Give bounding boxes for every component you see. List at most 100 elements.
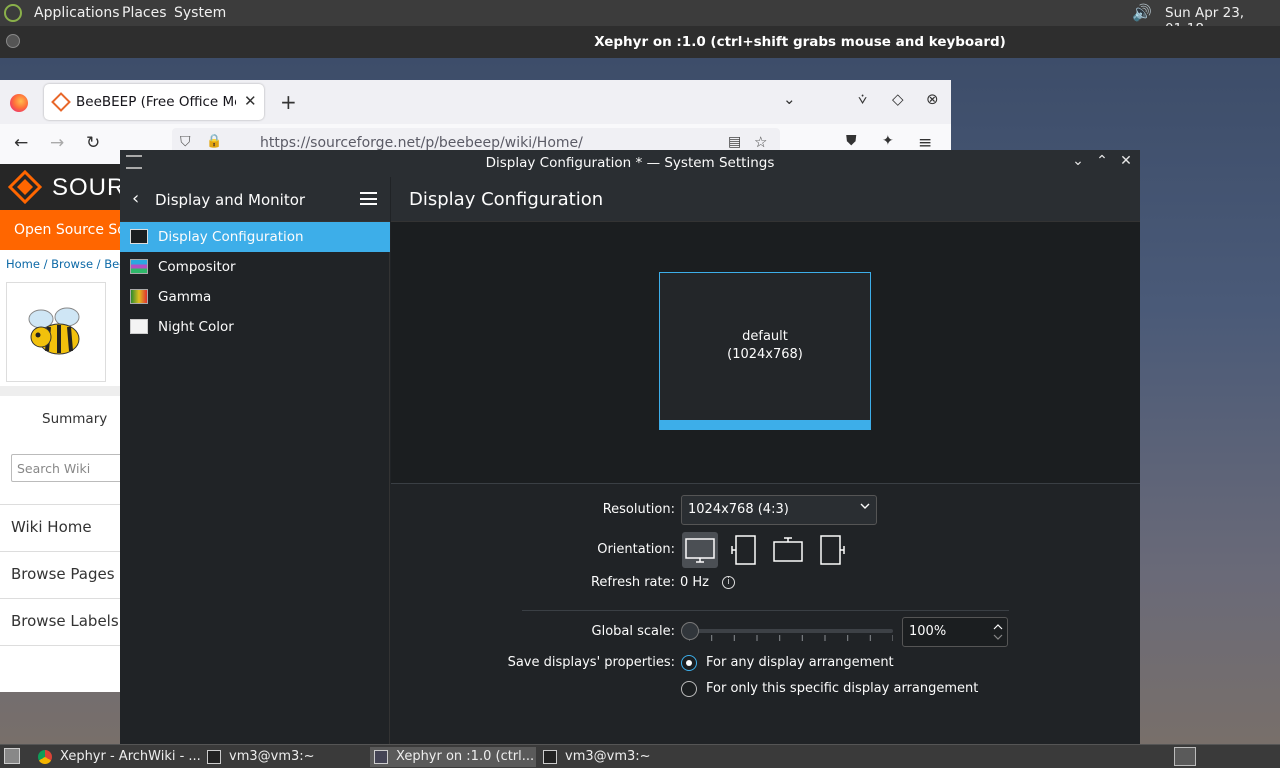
top-panel: Applications Places System 🔊 Sun Apr 23,… <box>0 0 1280 37</box>
hamburger-menu-icon[interactable] <box>360 192 377 205</box>
extension-icon[interactable]: ⩒ <box>858 90 867 108</box>
sourceforge-favicon-icon <box>51 92 71 112</box>
portrait-right-icon <box>820 535 845 565</box>
radio-specific-arrangement[interactable] <box>681 681 697 697</box>
close-window-icon[interactable]: ⊗ <box>926 90 939 108</box>
lock-icon[interactable]: 🔒 <box>206 134 222 149</box>
save-properties-label: Save displays' properties: <box>507 655 675 670</box>
taskbar-item-label: vm3@vm3:~ <box>565 749 651 764</box>
pocket-icon[interactable]: ⛊ <box>846 133 857 149</box>
browse-pages-label[interactable]: Browse Pages <box>11 565 115 583</box>
sidebar-item-night-color[interactable]: Night Color <box>120 312 390 342</box>
orientation-label: Orientation: <box>597 542 675 557</box>
taskbar: Xephyr - ArchWiki - ... vm3@vm3:~ Xephyr… <box>0 744 1280 768</box>
extensions-icon[interactable]: ✦ <box>882 133 894 149</box>
orientation-normal-button[interactable] <box>682 532 718 568</box>
tab-bar: BeeBEEP (Free Office Mess ✕ + ⌄ ⩒ ◇ ⊗ <box>0 80 951 124</box>
maximize-icon[interactable]: ⌃ <box>1093 153 1111 169</box>
xephyr-titlebar: Xephyr on :1.0 (ctrl+shift grabs mouse a… <box>0 26 1280 58</box>
wiki-home-label[interactable]: Wiki Home <box>11 518 92 536</box>
orientation-inverted-button[interactable] <box>770 532 806 568</box>
separator <box>522 610 1009 611</box>
spin-arrows-icon[interactable] <box>993 622 1003 642</box>
close-tab-icon[interactable]: ✕ <box>244 92 257 110</box>
orientation-left-button[interactable] <box>726 532 762 568</box>
extension-icon[interactable]: ◇ <box>892 90 904 108</box>
list-tabs-icon[interactable]: ⌄ <box>783 90 796 108</box>
new-tab-icon[interactable]: + <box>280 90 297 114</box>
settings-window-title: Display Configuration * — System Setting… <box>485 155 775 171</box>
main-header: Display Configuration <box>391 177 1140 222</box>
back-icon[interactable]: ← <box>14 133 28 153</box>
tab-title: BeeBEEP (Free Office Mess <box>76 94 236 110</box>
sidebar-title: Display and Monitor <box>155 191 306 209</box>
reload-icon[interactable]: ↻ <box>86 133 100 153</box>
system-settings-window: Display Configuration * — System Setting… <box>120 150 1140 744</box>
show-desktop-icon[interactable] <box>4 748 20 764</box>
firefox-icon[interactable] <box>10 94 28 112</box>
night-color-icon <box>130 319 148 334</box>
bookmark-star-icon[interactable]: ☆ <box>754 133 767 151</box>
gamma-icon <box>130 289 148 304</box>
radio-specific-arrangement-label[interactable]: For only this specific display arrangeme… <box>706 681 978 696</box>
slider-ticks <box>689 635 893 641</box>
reader-icon[interactable]: ▤ <box>728 134 741 150</box>
chevron-down-icon <box>860 503 870 509</box>
radio-any-arrangement-label[interactable]: For any display arrangement <box>706 655 894 670</box>
info-icon[interactable]: i <box>722 576 735 589</box>
url-text[interactable]: https://sourceforge.net/p/beebeep/wiki/H… <box>260 135 583 151</box>
global-scale-spinbox[interactable]: 100% <box>902 617 1008 647</box>
resolution-combo[interactable]: 1024x768 (4:3) <box>681 495 877 525</box>
landscape-icon <box>685 538 715 563</box>
global-scale-slider[interactable] <box>689 629 893 633</box>
taskbar-item-label: Xephyr - ArchWiki - ... <box>60 749 201 764</box>
settings-titlebar: Display Configuration * — System Setting… <box>120 150 1140 177</box>
shield-icon[interactable]: ⛉ <box>180 134 191 150</box>
monitor-output[interactable]: default (1024x768) <box>659 272 871 430</box>
breadcrumb[interactable]: Home / Browse / Bee <box>6 257 126 271</box>
system-menu[interactable]: System <box>174 5 226 21</box>
slider-handle[interactable] <box>681 622 699 640</box>
forward-icon[interactable]: → <box>50 133 64 153</box>
summary-tab[interactable]: Summary <box>42 411 107 427</box>
taskbar-item-terminal-2[interactable]: vm3@vm3:~ <box>539 747 703 767</box>
settings-main: Display Configuration default (1024x768)… <box>391 177 1140 744</box>
places-menu[interactable]: Places <box>122 5 167 21</box>
sidebar-item-label: Night Color <box>158 319 234 335</box>
project-logo <box>6 282 106 382</box>
taskbar-item-label: Xephyr on :1.0 (ctrl... <box>396 749 535 764</box>
sidebar-header: ‹ Display and Monitor <box>120 177 390 222</box>
landscape-inverted-icon <box>773 537 803 562</box>
monitor-icon <box>130 229 148 244</box>
sf-banner-text[interactable]: Open Source Soft <box>14 222 136 238</box>
compositor-icon <box>130 259 148 274</box>
minimize-icon[interactable]: ⌄ <box>1069 153 1087 169</box>
sidebar-item-display-configuration[interactable]: Display Configuration <box>120 222 390 252</box>
volume-icon[interactable]: 🔊 <box>1132 3 1152 23</box>
window-icon <box>374 750 388 764</box>
close-icon[interactable]: ✕ <box>1117 153 1135 169</box>
global-scale-value: 100% <box>909 624 947 639</box>
refresh-rate-value: 0 Hz <box>680 575 710 590</box>
radio-any-arrangement[interactable] <box>681 655 697 671</box>
applications-menu[interactable]: Applications <box>34 5 120 21</box>
monitor-name: default <box>742 329 788 344</box>
sidebar-item-compositor[interactable]: Compositor <box>120 252 390 282</box>
resolution-value: 1024x768 (4:3) <box>688 502 789 517</box>
taskbar-item-xephyr-archwiki[interactable]: Xephyr - ArchWiki - ... <box>34 747 201 767</box>
taskbar-item-terminal[interactable]: vm3@vm3:~ <box>203 747 367 767</box>
distro-logo-icon[interactable] <box>4 4 22 22</box>
page-title: Display Configuration <box>409 189 604 210</box>
browse-labels-label[interactable]: Browse Labels <box>11 612 119 630</box>
workspace-switcher-icon[interactable] <box>1174 747 1196 766</box>
global-scale-label: Global scale: <box>591 624 675 639</box>
resolution-label: Resolution: <box>602 502 675 517</box>
sidebar-item-gamma[interactable]: Gamma <box>120 282 390 312</box>
back-icon[interactable]: ‹ <box>132 188 139 209</box>
browser-tab[interactable]: BeeBEEP (Free Office Mess ✕ <box>44 84 264 120</box>
display-arrangement: default (1024x768) <box>391 222 1140 484</box>
orientation-right-button[interactable] <box>814 532 850 568</box>
sourceforge-logo-icon[interactable] <box>8 170 42 204</box>
taskbar-item-xephyr[interactable]: Xephyr on :1.0 (ctrl... <box>370 747 536 767</box>
taskbar-item-label: vm3@vm3:~ <box>229 749 315 764</box>
